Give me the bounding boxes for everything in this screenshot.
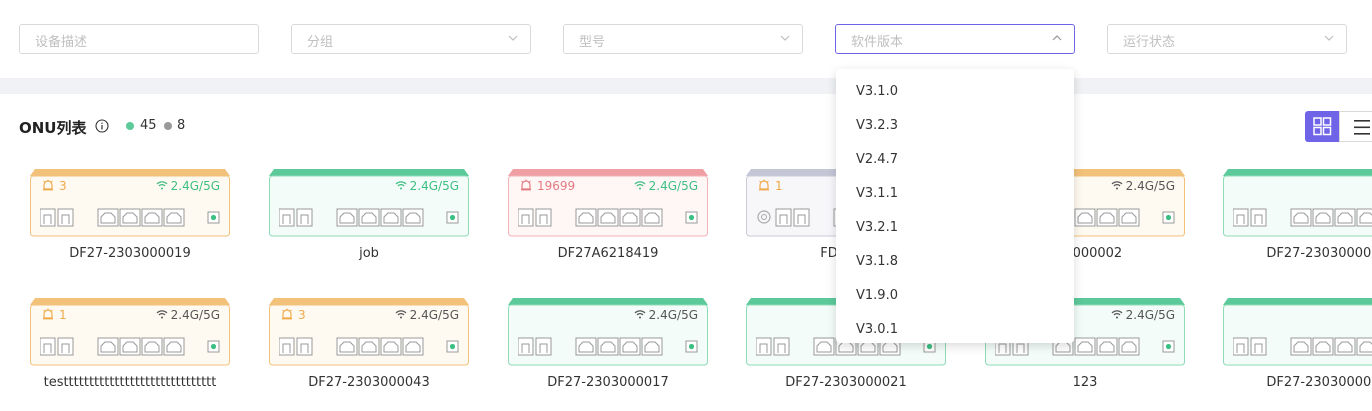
wifi-band-label: 2.4G/5G — [156, 308, 220, 322]
run-status-placeholder: 运行状态 — [1123, 35, 1176, 50]
wifi-band-label: 2.4G/5G — [395, 308, 459, 322]
lan-ports — [517, 337, 688, 361]
alarm-count: 1 — [758, 179, 783, 193]
onu-device-card[interactable]: 2.4G/5G — [269, 169, 469, 237]
onu-device-card[interactable]: 2. — [1223, 169, 1372, 237]
model-select[interactable]: 型号 — [563, 24, 803, 54]
onu-device-card[interactable]: 19699 2.4G/5G — [508, 169, 708, 237]
device-desc-input[interactable]: 设备描述 — [19, 24, 259, 54]
wifi-icon — [1111, 181, 1123, 190]
wifi-icon — [395, 181, 407, 190]
offline-dot — [164, 122, 172, 130]
online-count: 45 — [140, 118, 157, 133]
grid-view-button[interactable] — [1305, 111, 1339, 142]
lan-ports — [517, 208, 688, 232]
chevron-down-icon — [780, 35, 790, 41]
device-desc-placeholder: 设备描述 — [35, 35, 88, 50]
version-option[interactable]: V3.2.3 — [856, 118, 898, 133]
alarm-count: 19699 — [520, 179, 575, 193]
wifi-icon — [156, 181, 168, 190]
lan-ports — [1232, 337, 1372, 361]
wifi-band-label: 2.4G/5G — [156, 179, 220, 193]
run-status-select[interactable]: 运行状态 — [1107, 24, 1347, 54]
list-view-button[interactable] — [1339, 111, 1372, 142]
alarm-count: 1 — [42, 308, 67, 322]
ethernet-port-icon — [39, 208, 185, 227]
alarm-count: 3 — [42, 179, 67, 193]
online-dot — [126, 122, 134, 130]
wifi-band-label: 2.4G/5G — [1111, 179, 1175, 193]
info-icon[interactable] — [95, 119, 109, 133]
device-name[interactable]: DF27-2303000021 — [746, 375, 946, 390]
alarm-icon — [521, 179, 531, 191]
alarm-icon — [282, 308, 292, 320]
version-option[interactable]: V3.1.8 — [856, 254, 898, 269]
list-title: ONU列表 — [19, 119, 87, 137]
wifi-icon — [156, 310, 168, 319]
onu-device-card[interactable]: 2. — [1223, 298, 1372, 366]
filter-bar: 设备描述 分组 型号 软件版本 运行状态 — [0, 0, 1372, 78]
alarm-icon — [43, 179, 53, 191]
onu-device-card[interactable]: 3 2.4G/5G — [269, 298, 469, 366]
grid-icon — [1313, 117, 1332, 136]
version-option[interactable]: V3.0.1 — [856, 322, 898, 337]
version-option[interactable]: V3.1.0 — [856, 84, 898, 99]
device-name[interactable]: DF27-2303000017 — [508, 375, 708, 390]
onu-device-card[interactable]: 3 2.4G/5G — [30, 169, 230, 237]
device-name[interactable]: DF27-2303000043 — [269, 375, 469, 390]
alarm-icon — [759, 179, 769, 191]
ethernet-port-icon — [517, 337, 663, 356]
onu-device-card[interactable]: 2.4G/5G — [508, 298, 708, 366]
model-placeholder: 型号 — [579, 35, 606, 50]
wifi-icon — [634, 310, 646, 319]
device-name[interactable]: DF27A6218419 — [508, 246, 708, 261]
software-version-dropdown: V3.1.0 V3.2.3 V2.4.7 V3.1.1 V3.2.1 V3.1.8 V1.9… — [836, 69, 1074, 343]
lan-ports — [1232, 208, 1372, 232]
software-version-select[interactable]: 软件版本 — [835, 24, 1075, 54]
group-select[interactable]: 分组 — [291, 24, 531, 54]
version-option[interactable]: V2.4.7 — [856, 152, 898, 167]
offline-count: 8 — [177, 118, 186, 133]
lan-ports — [278, 208, 449, 232]
device-name[interactable]: testttttttttttttttttttttttttttttt — [30, 375, 230, 390]
version-option[interactable]: V1.9.0 — [856, 288, 898, 303]
wifi-icon — [1111, 310, 1123, 319]
software-version-placeholder: 软件版本 — [851, 35, 904, 50]
device-name[interactable]: DF27-2303000019 — [30, 246, 230, 261]
ethernet-port-icon — [1232, 337, 1372, 356]
wifi-band-label: 2.4G/5G — [1111, 308, 1175, 322]
chevron-down-icon — [1324, 35, 1334, 41]
device-name[interactable]: job — [269, 246, 469, 261]
version-option[interactable]: V3.2.1 — [856, 220, 898, 235]
device-name[interactable]: DF27-230300001 — [1223, 375, 1372, 390]
ethernet-port-icon — [278, 337, 424, 356]
ethernet-port-icon — [278, 208, 424, 227]
group-placeholder: 分组 — [307, 35, 334, 50]
alarm-icon — [43, 308, 53, 320]
onu-device-card[interactable]: 1 2.4G/5G — [30, 298, 230, 366]
wifi-band-label: 2.4G/5G — [634, 308, 698, 322]
ethernet-port-icon — [517, 208, 663, 227]
device-name[interactable]: DF27-230300001 — [1223, 246, 1372, 261]
ethernet-port-icon — [39, 337, 185, 356]
wifi-band-label: 2.4G/5G — [395, 179, 459, 193]
chevron-up-icon — [1052, 35, 1062, 41]
wifi-band-label: 2.4G/5G — [634, 179, 698, 193]
lan-ports — [39, 337, 210, 361]
version-option[interactable]: V3.1.1 — [856, 186, 898, 201]
wifi-icon — [395, 310, 407, 319]
lan-ports — [278, 337, 449, 361]
wifi-icon — [634, 181, 646, 190]
device-name[interactable]: 123 — [985, 375, 1185, 390]
ethernet-port-icon — [1232, 208, 1372, 227]
alarm-count: 3 — [281, 308, 306, 322]
list-icon — [1354, 120, 1370, 135]
chevron-down-icon — [508, 35, 518, 41]
lan-ports — [39, 208, 210, 232]
